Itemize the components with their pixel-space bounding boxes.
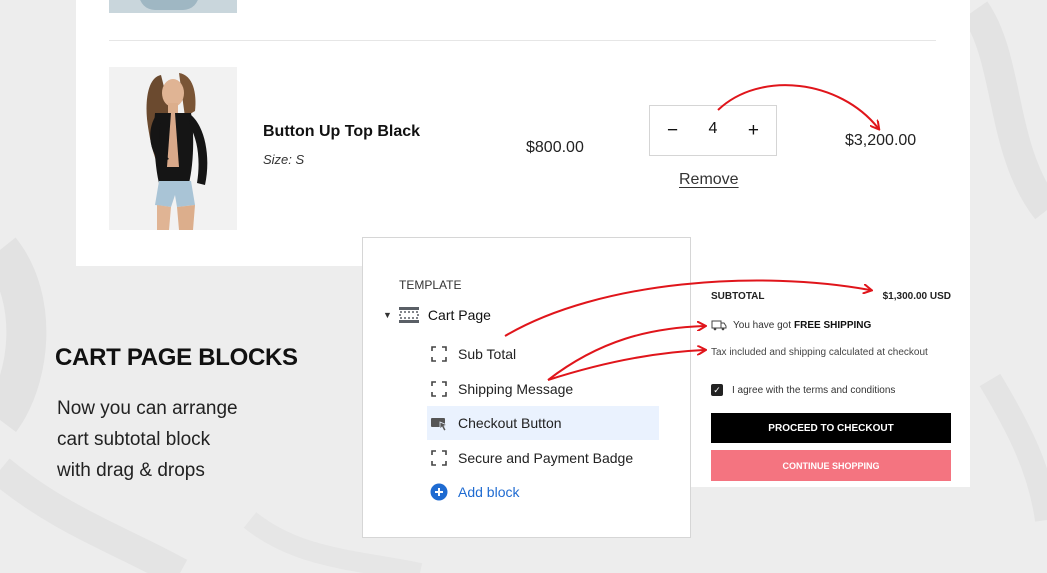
subtotal-label: SUBTOTAL <box>711 291 765 302</box>
block-secure-payment-badge[interactable]: Secure and Payment Badge <box>427 441 659 475</box>
quantity-value[interactable]: 4 <box>709 120 718 138</box>
feature-title: CART PAGE BLOCKS <box>55 344 298 371</box>
model-illustration <box>109 67 237 230</box>
block-outline-icon <box>431 450 447 466</box>
block-label: Secure and Payment Badge <box>458 450 634 466</box>
add-block-label: Add block <box>458 484 520 500</box>
button-block-icon <box>431 418 448 432</box>
decrement-button[interactable]: − <box>667 121 678 140</box>
block-label: Shipping Message <box>458 381 574 397</box>
block-outline-icon <box>431 381 447 397</box>
template-root-cart-page[interactable]: ▼ Cart Page <box>383 306 491 324</box>
caret-down-icon[interactable]: ▼ <box>383 310 392 320</box>
remove-link[interactable]: Remove <box>679 171 739 189</box>
block-shipping-message[interactable]: Shipping Message <box>427 372 659 406</box>
product-name[interactable]: Button Up Top Black <box>263 123 420 141</box>
continue-shopping-button[interactable]: CONTINUE SHOPPING <box>711 450 951 481</box>
block-outline-icon <box>431 346 447 362</box>
shipping-message: You have got FREE SHIPPING <box>711 319 871 331</box>
feature-desc-line: Now you can arrange <box>57 398 238 419</box>
product-image[interactable] <box>109 67 237 230</box>
template-root-label: Cart Page <box>427 307 491 323</box>
block-label: Checkout Button <box>458 415 562 431</box>
checkbox-checked-icon[interactable]: ✓ <box>711 384 723 396</box>
subtotal-panel: SUBTOTAL $1,300.00 USD You have got FREE… <box>691 266 970 487</box>
tax-note: Tax included and shipping calculated at … <box>711 347 928 358</box>
free-shipping-text: FREE SHIPPING <box>794 319 872 331</box>
cart-panel: Button Up Top Black Size: S $800.00 − 4 … <box>76 0 970 266</box>
block-checkout-button[interactable]: Checkout Button <box>427 406 659 440</box>
add-circle-icon <box>430 483 448 501</box>
terms-checkbox-row[interactable]: ✓ I agree with the terms and conditions <box>711 384 895 396</box>
quantity-stepper: − 4 + <box>649 105 777 156</box>
previous-product-thumbnail <box>109 0 237 13</box>
shipping-prefix: You have got <box>733 319 792 331</box>
feature-desc-line: with drag & drops <box>57 460 205 481</box>
subtotal-row: SUBTOTAL $1,300.00 USD <box>711 291 951 302</box>
page-layout-icon <box>398 307 419 323</box>
truck-icon <box>711 320 727 331</box>
template-heading: TEMPLATE <box>399 278 462 292</box>
increment-button[interactable]: + <box>748 121 759 140</box>
feature-desc-line: cart subtotal block <box>57 429 211 450</box>
add-block-button[interactable]: Add block <box>427 475 659 509</box>
product-size: Size: S <box>263 152 305 167</box>
terms-label: I agree with the terms and conditions <box>732 384 896 396</box>
subtotal-amount: $1,300.00 USD <box>882 291 951 302</box>
block-label: Sub Total <box>458 346 517 362</box>
template-panel: TEMPLATE ▼ Cart Page Sub Total Shipping … <box>362 237 691 538</box>
block-sub-total[interactable]: Sub Total <box>427 337 659 371</box>
line-total: $3,200.00 <box>845 132 917 149</box>
feature-description: Now you can arrange cart subtotal block … <box>57 393 327 486</box>
unit-price: $800.00 <box>526 139 584 156</box>
cart-divider <box>109 40 936 41</box>
proceed-to-checkout-button[interactable]: PROCEED TO CHECKOUT <box>711 413 951 443</box>
